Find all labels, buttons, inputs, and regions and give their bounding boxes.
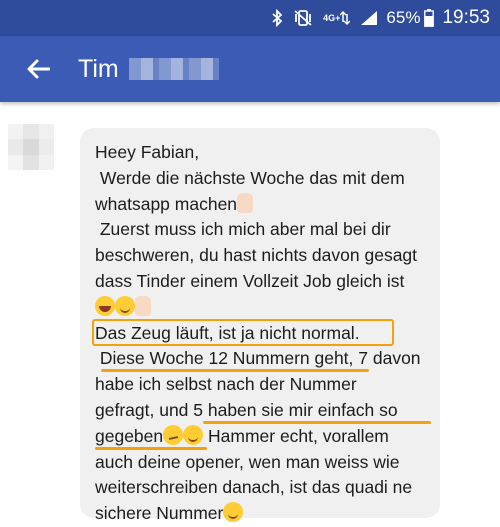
avatar[interactable] <box>8 124 54 170</box>
battery-percent: 65% <box>386 8 421 27</box>
thumbs-up-emoji-icon <box>237 192 254 213</box>
message-line: Werde die nächste Woche das mit dem <box>95 167 405 188</box>
conversation-header: Tim <box>0 36 500 102</box>
message-line: Heey Fabian, <box>95 142 200 162</box>
message-line: gefragt, und 5 haben sie mir einfach so <box>95 398 440 424</box>
message-line: habe ich selbst nach der Nummer <box>95 374 357 395</box>
highlighted-line: Das Zeug läuft, ist ja nicht normal. <box>92 318 440 347</box>
battery-icon <box>424 9 435 27</box>
vibrate-icon <box>293 9 313 27</box>
message-bubble[interactable]: Heey Fabian, Werde die nächste Woche das… <box>80 128 440 523</box>
arrow-back-icon <box>27 59 50 79</box>
contact-name[interactable]: Tim <box>78 55 119 84</box>
thumbs-up-emoji-icon <box>135 295 151 316</box>
message-line: sichere Nummer <box>95 501 440 527</box>
emoji-line <box>95 295 440 321</box>
wink-emoji-icon <box>223 502 244 523</box>
message-line: whatsapp machen <box>95 192 440 218</box>
bluetooth-icon <box>271 9 283 27</box>
wink-emoji-icon <box>183 424 204 445</box>
redacted-surname <box>128 58 219 80</box>
signal-icon <box>360 10 378 26</box>
clock: 19:53 <box>442 7 490 28</box>
message-line: gegeben Hammer echt, vorallem <box>95 424 440 450</box>
status-bar: 4G+ 65% 19:53 <box>0 0 500 36</box>
message-line: dass Tinder einem Vollzeit Job gleich is… <box>95 270 405 291</box>
back-button[interactable] <box>18 49 58 89</box>
message-line: auch deine opener, wen man weiss wie <box>95 451 400 472</box>
highlight-box <box>92 318 394 346</box>
mobile-data-icon: 4G+ <box>323 10 351 26</box>
message-line: beschweren, du hast nichts davon gesagt <box>95 245 418 266</box>
smirk-emoji-icon <box>163 424 184 445</box>
wink-emoji-icon <box>115 295 135 316</box>
message-line: Diese Woche 12 Nummern geht, 7 davon <box>95 346 440 373</box>
message-line: Zuerst muss ich mich aber mal bei dir <box>95 219 391 240</box>
message-line: weiterschreiben danach, ist das quadi ne <box>95 477 413 498</box>
laughing-emoji-icon <box>95 295 115 316</box>
